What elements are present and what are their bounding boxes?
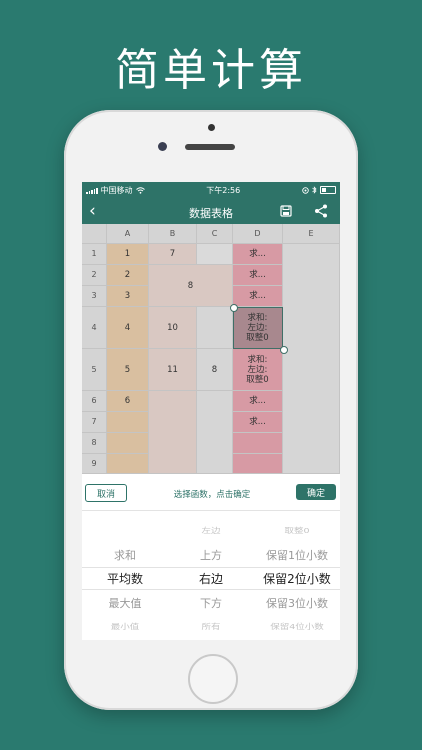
column-header-a[interactable]: A	[107, 224, 149, 244]
status-bar: 中国移动 下午2:56	[82, 182, 340, 198]
phone-frame: 中国移动 下午2:56 ‹ 数据表格 A B C D E 1 2 3 4 5 6…	[64, 110, 358, 710]
picker-option[interactable]: 所有	[168, 621, 254, 631]
selection-handle-top-left[interactable]	[230, 304, 238, 312]
picker-option[interactable]: 最小值	[82, 621, 168, 631]
hero-title: 简单计算	[115, 45, 307, 96]
row-header-4[interactable]: 4	[82, 307, 107, 349]
cell-c5[interactable]: 8	[197, 349, 233, 391]
cell-b6-b9[interactable]	[149, 391, 197, 474]
picker-option[interactable]: 保留3位小数	[254, 595, 340, 611]
orientation-lock-icon	[302, 186, 309, 194]
earpiece-speaker	[185, 144, 235, 150]
cell-a1[interactable]: 1	[107, 244, 149, 265]
row-header-1[interactable]: 1	[82, 244, 107, 265]
picker-option[interactable]: 保留1位小数	[254, 547, 340, 563]
cell-a6[interactable]: 6	[107, 391, 149, 412]
app-screen: 中国移动 下午2:56 ‹ 数据表格 A B C D E 1 2 3 4 5 6…	[82, 182, 340, 640]
bluetooth-icon	[312, 186, 317, 194]
cell-a4[interactable]: 4	[107, 307, 149, 349]
cell-b4[interactable]: 10	[149, 307, 197, 349]
save-icon[interactable]	[280, 205, 292, 217]
cell-b1[interactable]: 7	[149, 244, 197, 265]
front-camera	[158, 142, 167, 151]
cell-d7[interactable]: 求...	[233, 412, 283, 433]
row-header-7[interactable]: 7	[82, 412, 107, 433]
cell-b2-c3-merged[interactable]: 8	[149, 265, 233, 307]
navigation-bar: ‹ 数据表格	[82, 198, 340, 224]
cell-d8[interactable]	[233, 433, 283, 454]
cell-a2[interactable]: 2	[107, 265, 149, 286]
row-header-5[interactable]: 5	[82, 349, 107, 391]
share-icon[interactable]	[314, 204, 328, 218]
carrier-label: 中国移动	[100, 185, 133, 195]
cell-d5[interactable]: 求和: 左边: 取整0	[233, 349, 283, 391]
row-header-3[interactable]: 3	[82, 286, 107, 307]
column-header-e[interactable]: E	[283, 224, 340, 244]
selection-handle-bottom-right[interactable]	[280, 346, 288, 354]
cell-d2[interactable]: 求...	[233, 265, 283, 286]
confirm-button[interactable]: 确定	[296, 484, 336, 500]
row-header-9[interactable]: 9	[82, 454, 107, 474]
cell-d1[interactable]: 求...	[233, 244, 283, 265]
picker-column-col2[interactable]: 左边上方右边下方所有	[168, 511, 254, 640]
picker-option[interactable]: 求和	[82, 547, 168, 563]
cell-c1[interactable]	[197, 244, 233, 265]
picker-option[interactable]: 最大值	[82, 595, 168, 611]
picker-column-col1[interactable]: 求和平均数最大值最小值	[82, 511, 168, 640]
column-header-d[interactable]: D	[233, 224, 283, 244]
spreadsheet-grid: A B C D E 1 2 3 4 5 6 7 8 9 1 2 3 4 5 6	[82, 224, 340, 474]
picker-option[interactable]: 上方	[168, 547, 254, 563]
wifi-icon	[135, 186, 145, 194]
cell-a3[interactable]: 3	[107, 286, 149, 307]
page-title: 数据表格	[189, 207, 233, 220]
cell-c4[interactable]	[197, 307, 233, 349]
column-e-cells[interactable]	[283, 244, 340, 474]
cell-d4-selected[interactable]: 求和: 左边: 取整0	[233, 307, 283, 349]
cell-a5[interactable]: 5	[107, 349, 149, 391]
signal-icon	[86, 187, 98, 194]
cell-b5[interactable]: 11	[149, 349, 197, 391]
picker-column-col3[interactable]: 取整0 保留1位小数 保留2位小数 保留3位小数保留4位小数	[254, 511, 340, 640]
picker-option[interactable]: 右边	[168, 570, 254, 587]
picker-option[interactable]: 下方	[168, 595, 254, 611]
corner-cell	[82, 224, 107, 244]
status-time: 下午2:56	[206, 185, 241, 195]
row-header-8[interactable]: 8	[82, 433, 107, 454]
cancel-button[interactable]: 取消	[85, 484, 127, 502]
proximity-sensor	[208, 124, 215, 131]
cell-c6-c9[interactable]	[197, 391, 233, 474]
function-picker[interactable]: 求和 平均数 最大值 最小值 左边 上方 右边 下方 所有 取整0 保留1位小数 保留2位小数 保留3位…	[82, 511, 340, 640]
row-header-2[interactable]: 2	[82, 265, 107, 286]
home-button[interactable]	[188, 654, 238, 704]
cell-a7[interactable]	[107, 412, 149, 433]
cell-a9[interactable]	[107, 454, 149, 474]
battery-icon	[320, 186, 336, 194]
picker-option[interactable]: 保留4位小数	[254, 621, 340, 631]
cell-d9[interactable]	[233, 454, 283, 474]
instruction-text: 选择函数，点击确定	[173, 490, 251, 500]
picker-option[interactable]: 取整0	[254, 525, 340, 535]
cell-d6[interactable]: 求...	[233, 391, 283, 412]
cell-d3[interactable]: 求...	[233, 286, 283, 307]
picker-option[interactable]: 平均数	[82, 570, 168, 587]
column-header-b[interactable]: B	[149, 224, 197, 244]
picker-option[interactable]: 左边	[168, 525, 254, 535]
function-toolbar: 取消 选择函数，点击确定 确定	[82, 474, 340, 511]
picker-option[interactable]: 保留2位小数	[254, 570, 340, 587]
row-header-6[interactable]: 6	[82, 391, 107, 412]
column-header-c[interactable]: C	[197, 224, 233, 244]
cell-a8[interactable]	[107, 433, 149, 454]
